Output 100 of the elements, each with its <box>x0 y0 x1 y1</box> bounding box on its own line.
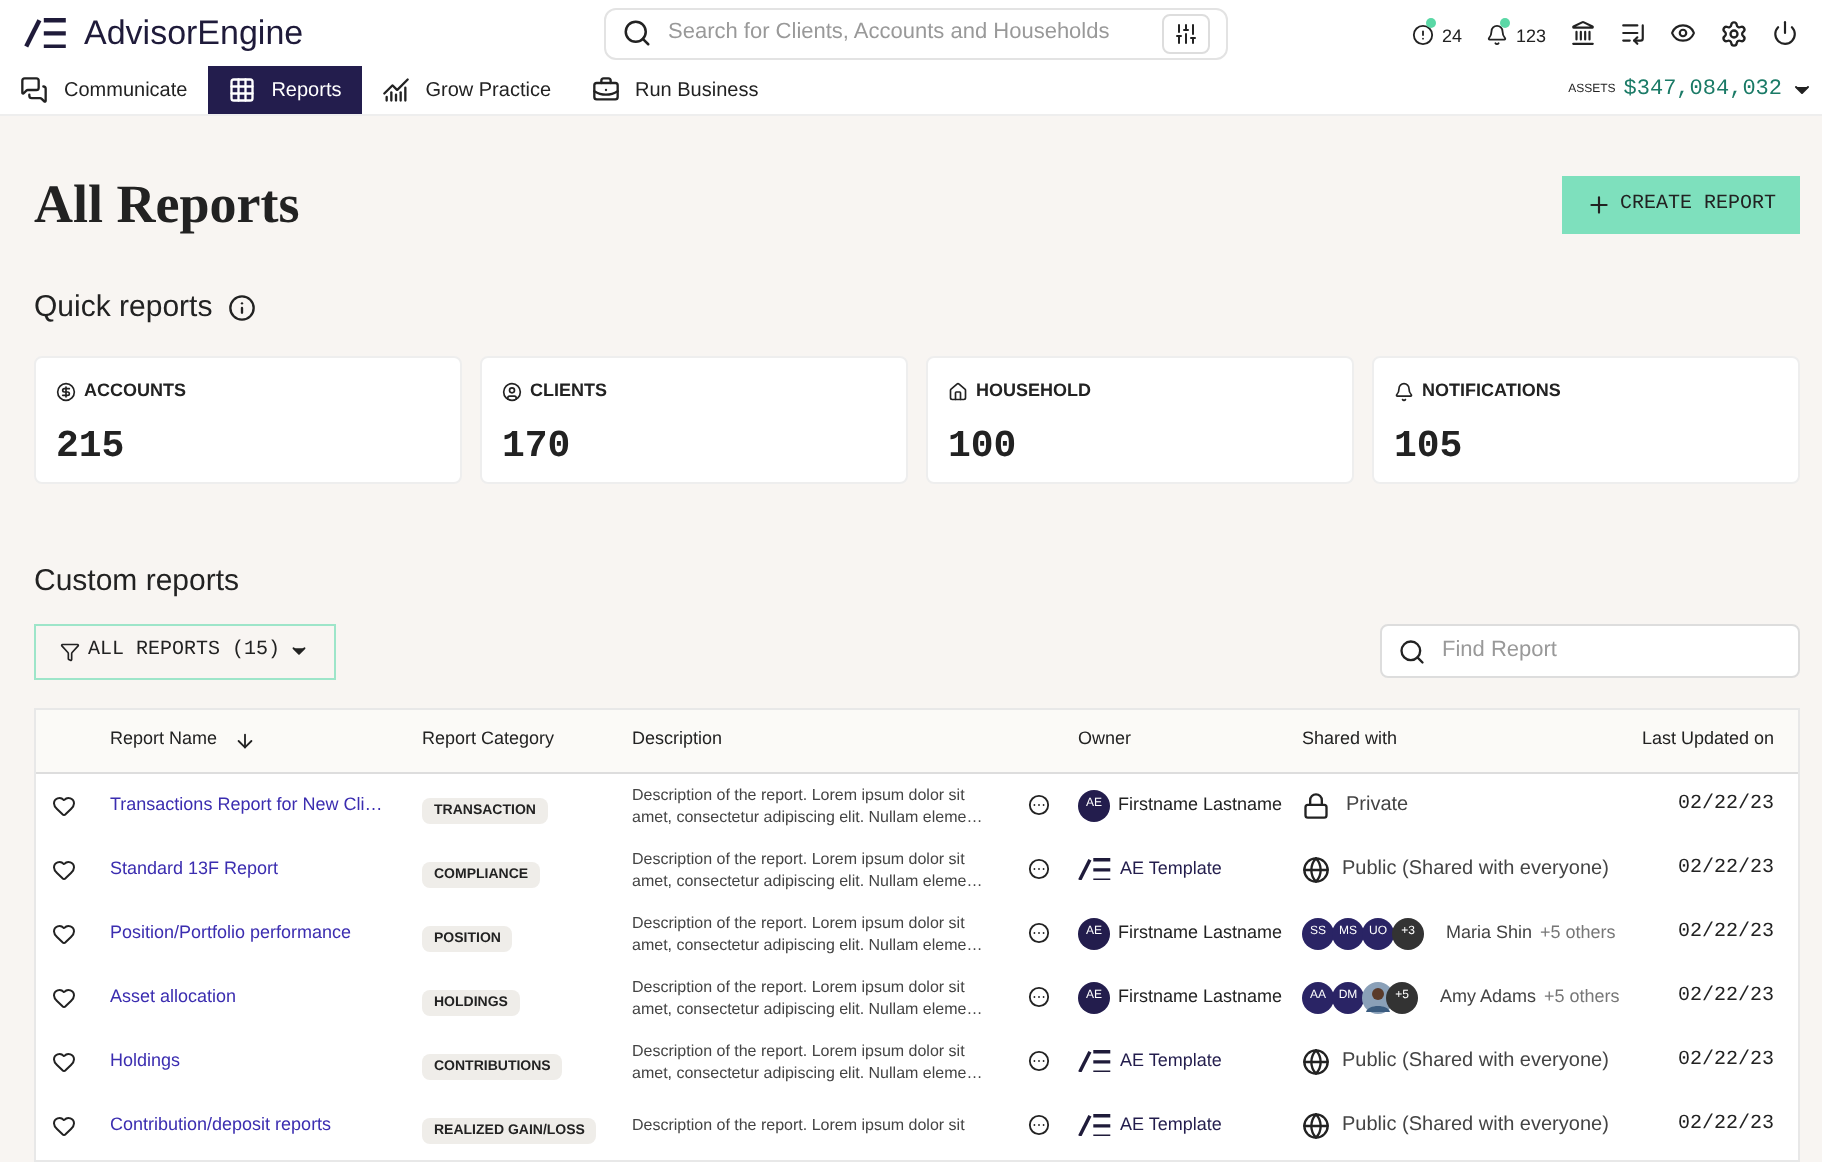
info-icon <box>228 293 257 322</box>
favorite-heart-icon[interactable] <box>52 857 76 881</box>
shared-label: Amy Adams <box>1440 983 1537 1010</box>
tab-icon <box>591 76 620 104</box>
shared-count: +5 others <box>1544 983 1620 1010</box>
card-value: 170 <box>502 421 573 471</box>
column-header[interactable]: Report Category <box>422 726 555 754</box>
page-title: All Reports <box>34 172 300 238</box>
favorite-heart-icon[interactable] <box>52 985 76 1009</box>
globe-icon <box>1302 1111 1330 1139</box>
search-field[interactable]: Search for Clients, Accounts and Households <box>604 7 1228 59</box>
owner-name: AE Template <box>1120 1047 1222 1074</box>
description-text: Description of the report. Lorem ipsum dolor sit amet, consectetur adipiscing elit. Nullam eleme… <box>632 911 985 955</box>
shared-count: +5 others <box>1540 919 1616 946</box>
favorite-heart-icon[interactable] <box>52 921 76 945</box>
shared-label: Maria Shin <box>1446 919 1533 946</box>
stat-card[interactable]: CLIENTS 170 <box>480 356 908 484</box>
settings-icon[interactable] <box>1720 19 1748 47</box>
last-updated-date: 02/22/23 <box>1677 1111 1774 1140</box>
owner-name: Firstname Lastname <box>1118 919 1283 946</box>
column-header[interactable]: Shared with <box>1302 726 1398 754</box>
more-options-icon[interactable] <box>1028 794 1050 816</box>
stat-card[interactable]: ACCOUNTS 215 <box>34 356 462 484</box>
tab-icon <box>381 76 410 104</box>
last-updated-date: 02/22/23 <box>1677 791 1774 820</box>
last-updated-date: 02/22/23 <box>1677 1047 1774 1076</box>
filter-icon <box>60 641 80 661</box>
report-name-link[interactable]: Asset allocation <box>110 983 422 1011</box>
column-header[interactable]: Last Updated on <box>1642 726 1775 754</box>
description-text: Description of the report. Lorem ipsum dolor sit amet, consectetur adipiscing elit. Nullam eleme… <box>632 975 985 1019</box>
create-report-button[interactable]: CREATE REPORT <box>1561 175 1800 234</box>
nav-tab[interactable]: Communicate <box>0 66 208 114</box>
logo-icon <box>1078 857 1112 881</box>
report-name-link[interactable]: Contribution/deposit reports <box>110 1111 422 1139</box>
favorite-heart-icon[interactable] <box>52 1049 76 1073</box>
shared-label: Public (Shared with everyone) <box>1342 856 1609 884</box>
description-text: Description of the report. Lorem ipsum dolor sit <box>632 1114 967 1136</box>
column-header[interactable]: Description <box>632 726 723 754</box>
filter-button[interactable] <box>1162 13 1210 53</box>
card-value: 100 <box>948 421 1019 471</box>
card-icon <box>502 381 522 402</box>
owner-name: Firstname Lastname <box>1118 791 1283 818</box>
card-label: NOTIFICATIONS <box>1422 378 1561 404</box>
favorite-heart-icon[interactable] <box>52 793 76 817</box>
description-text: Description of the report. Lorem ipsum dolor sit amet, consectetur adipiscing elit. Nullam eleme… <box>632 1039 985 1083</box>
more-options-icon[interactable] <box>1028 1050 1050 1072</box>
card-icon <box>56 381 76 402</box>
find-report-input[interactable]: Find Report <box>1442 634 1782 668</box>
stat-card[interactable]: NOTIFICATIONS 105 <box>1372 356 1800 484</box>
list-icon[interactable] <box>1620 20 1646 46</box>
more-options-icon[interactable] <box>1028 986 1050 1008</box>
shared-label: Public (Shared with everyone) <box>1342 1112 1609 1140</box>
logo-icon <box>1078 1049 1112 1073</box>
column-header[interactable]: Report Name <box>110 726 218 754</box>
favorite-heart-icon[interactable] <box>52 1113 76 1137</box>
eye-icon[interactable] <box>1670 20 1696 46</box>
owner-name: AE Template <box>1120 855 1222 882</box>
plus-icon <box>1585 191 1612 218</box>
more-options-icon[interactable] <box>1028 922 1050 944</box>
last-updated-date: 02/22/23 <box>1677 855 1774 884</box>
card-icon <box>1394 381 1414 402</box>
card-icon <box>948 381 968 402</box>
assets-value: $347,084,032 <box>1623 75 1782 106</box>
search-icon <box>622 18 652 48</box>
lock-icon <box>1302 791 1330 819</box>
description-text: Description of the report. Lorem ipsum dolor sit amet, consectetur adipiscing elit. Nullam eleme… <box>632 847 985 891</box>
search-icon <box>1398 637 1426 665</box>
find-report-field[interactable]: Find Report <box>1380 624 1800 678</box>
logo-icon <box>24 17 68 49</box>
more-options-icon[interactable] <box>1028 1114 1050 1136</box>
card-value: 215 <box>56 421 127 471</box>
card-label: CLIENTS <box>530 378 608 404</box>
tab-icon <box>227 76 256 104</box>
bank-icon[interactable] <box>1570 20 1596 46</box>
last-updated-date: 02/22/23 <box>1677 919 1774 948</box>
brand-name: AdvisorEngine <box>84 11 304 56</box>
last-updated-date: 02/22/23 <box>1677 983 1774 1012</box>
globe-icon <box>1302 855 1330 883</box>
report-name-link[interactable]: Holdings <box>110 1047 422 1075</box>
notification-badge-button[interactable]: 24 <box>1411 15 1462 51</box>
more-options-icon[interactable] <box>1028 858 1050 880</box>
bell-icon <box>1485 23 1508 46</box>
tab-icon <box>20 76 48 104</box>
nav-tab[interactable]: Run Business <box>571 66 779 114</box>
search-input[interactable]: Search for Clients, Accounts and Households <box>668 16 1146 50</box>
nav-tab[interactable]: Reports <box>207 66 362 114</box>
report-name-link[interactable]: Position/Portfolio performance <box>110 919 422 947</box>
section-title: Quick reports <box>34 287 213 327</box>
stat-card[interactable]: HOUSEHOLD 100 <box>926 356 1354 484</box>
notification-badge-button[interactable]: 123 <box>1485 15 1546 51</box>
report-name-link[interactable]: Transactions Report for New Cli… <box>110 791 422 819</box>
shared-label: Public (Shared with everyone) <box>1342 1048 1609 1076</box>
power-icon[interactable] <box>1772 20 1798 46</box>
globe-icon <box>1302 1047 1330 1075</box>
filter-dropdown[interactable]: ALL REPORTS (15) <box>34 623 337 679</box>
report-name-link[interactable]: Standard 13F Report <box>110 855 422 883</box>
section-title: Custom reports <box>34 562 242 602</box>
nav-tab[interactable]: Grow Practice <box>361 66 572 114</box>
column-header[interactable]: Owner <box>1078 726 1132 754</box>
sort-icon[interactable] <box>233 729 256 751</box>
